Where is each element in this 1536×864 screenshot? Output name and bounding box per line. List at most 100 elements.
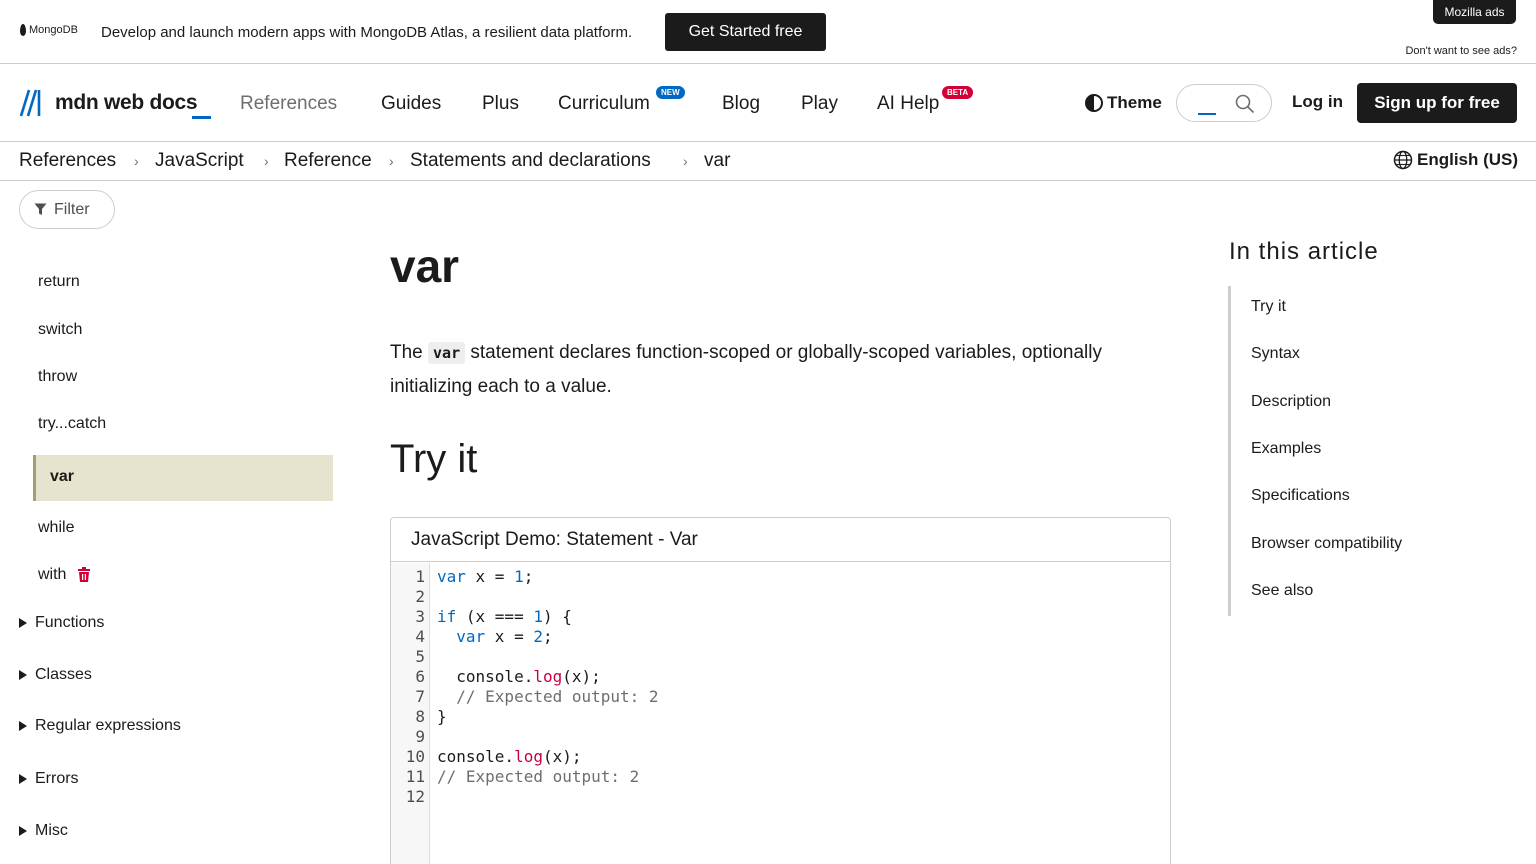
nav-references[interactable]: References xyxy=(240,93,337,115)
line-number: 4 xyxy=(415,627,425,646)
sidebar-filter[interactable]: Filter xyxy=(19,190,115,229)
toc-item-try-it[interactable]: Try it xyxy=(1251,298,1286,316)
line-number: 1 xyxy=(415,567,425,586)
intro-paragraph: The var statement declares function-scop… xyxy=(390,336,1180,403)
nav-blog[interactable]: Blog xyxy=(722,93,760,115)
toc-item-see-also[interactable]: See also xyxy=(1251,582,1313,600)
toc-item-syntax[interactable]: Syntax xyxy=(1251,345,1300,363)
globe-icon xyxy=(1393,150,1413,170)
code-line: // Expected output: 2 xyxy=(437,767,640,786)
search-caret xyxy=(1198,113,1216,115)
breadcrumb: References › JavaScript › Reference › St… xyxy=(0,143,1536,181)
breadcrumb-javascript[interactable]: JavaScript xyxy=(155,150,244,172)
nav-curriculum[interactable]: Curriculum xyxy=(558,93,650,115)
breadcrumb-statements[interactable]: Statements and declarations xyxy=(410,150,651,172)
intro-pre: The xyxy=(390,342,423,363)
signup-button[interactable]: Sign up for free xyxy=(1357,83,1517,123)
no-ads-link[interactable]: Don't want to see ads? xyxy=(1405,45,1517,57)
sidebar-group-errors[interactable]: Errors xyxy=(19,770,79,788)
chevron-right-icon: › xyxy=(264,153,269,169)
toc-title: In this article xyxy=(1229,238,1379,265)
inline-code: var xyxy=(428,342,466,364)
language-label: English (US) xyxy=(1417,150,1519,169)
triangle-right-icon xyxy=(19,618,27,628)
toc-item-examples[interactable]: Examples xyxy=(1251,440,1321,458)
sidebar-item-with[interactable]: with xyxy=(38,566,91,584)
sidebar-group-classes[interactable]: Classes xyxy=(19,666,92,684)
new-badge: NEW xyxy=(656,86,685,99)
language-switcher[interactable]: English (US) xyxy=(1393,150,1518,170)
breadcrumb-var[interactable]: var xyxy=(704,150,730,172)
page-title: var xyxy=(390,240,460,292)
toc-item-description[interactable]: Description xyxy=(1251,393,1331,411)
intro-post: statement declares function-scoped or gl… xyxy=(390,342,1102,397)
line-number: 11 xyxy=(405,767,425,786)
mozilla-ads-badge[interactable]: Mozilla ads xyxy=(1433,0,1516,24)
mdn-logo-icon xyxy=(19,89,41,117)
line-number: 2 xyxy=(415,587,425,606)
code-line: if (x === 1) { xyxy=(437,607,572,626)
mdn-logo[interactable]: mdn web docs xyxy=(19,89,198,117)
sidebar-group-misc[interactable]: Misc xyxy=(19,822,68,840)
sidebar-item-return[interactable]: return xyxy=(38,273,80,291)
search-input[interactable] xyxy=(1176,84,1272,122)
sidebar-group-functions[interactable]: Functions xyxy=(19,614,104,632)
sidebar-item-var-active[interactable] xyxy=(33,455,333,501)
triangle-right-icon xyxy=(19,774,27,784)
mongodb-logo[interactable]: MongoDB xyxy=(20,24,78,36)
ad-brand: MongoDB xyxy=(29,24,78,36)
code-line: console.log(x); xyxy=(437,747,582,766)
line-number: 3 xyxy=(415,607,425,626)
sidebar-group-label: Classes xyxy=(35,666,92,683)
filter-icon xyxy=(34,203,47,215)
toc-item-specifications[interactable]: Specifications xyxy=(1251,487,1350,505)
line-number: 9 xyxy=(415,727,425,746)
sidebar-group-label: Regular expressions xyxy=(35,717,181,734)
nav-ai-help[interactable]: AI Help xyxy=(877,93,939,115)
toc-item-browser-compat[interactable]: Browser compatibility xyxy=(1251,535,1402,553)
theme-label: Theme xyxy=(1107,93,1162,112)
sidebar-item-try-catch[interactable]: try...catch xyxy=(38,415,106,433)
triangle-right-icon xyxy=(19,826,27,836)
triangle-right-icon xyxy=(19,670,27,680)
code-line: } xyxy=(437,707,447,726)
sidebar-group-label: Errors xyxy=(35,770,79,787)
chevron-right-icon: › xyxy=(683,153,688,169)
line-number: 6 xyxy=(415,667,425,686)
get-started-button[interactable]: Get Started free xyxy=(665,13,826,51)
interactive-demo[interactable]: JavaScript Demo: Statement - Var 1 2 3 4… xyxy=(390,517,1171,864)
sidebar-item-with-label: with xyxy=(38,566,67,583)
nav-guides[interactable]: Guides xyxy=(381,93,441,115)
site-header: mdn web docs References Guides Plus Curr… xyxy=(0,65,1536,142)
nav-play[interactable]: Play xyxy=(801,93,838,115)
logo-text: mdn web docs xyxy=(55,91,198,114)
sidebar-group-label: Misc xyxy=(35,822,68,839)
breadcrumb-references[interactable]: References xyxy=(19,150,116,172)
line-number: 5 xyxy=(415,647,425,666)
ad-text[interactable]: Develop and launch modern apps with Mong… xyxy=(101,24,632,41)
line-number: 8 xyxy=(415,707,425,726)
sidebar-group-label: Functions xyxy=(35,614,105,631)
sidebar-item-switch[interactable]: switch xyxy=(38,321,82,339)
nav-plus[interactable]: Plus xyxy=(482,93,519,115)
login-button[interactable]: Log in xyxy=(1292,92,1343,112)
line-number-gutter: 1 2 3 4 5 6 7 8 9 10 11 12 xyxy=(391,563,430,864)
triangle-right-icon xyxy=(19,721,27,731)
code-line: var x = 2; xyxy=(456,627,553,646)
line-number: 10 xyxy=(405,747,425,766)
code-line: var x = 1; xyxy=(437,567,534,586)
theme-button[interactable]: Theme xyxy=(1085,93,1162,113)
search-icon[interactable] xyxy=(1235,94,1255,114)
breadcrumb-reference[interactable]: Reference xyxy=(284,150,372,172)
leaf-icon xyxy=(20,24,26,36)
deprecated-trash-icon xyxy=(77,567,90,583)
chevron-right-icon: › xyxy=(389,153,394,169)
sidebar-item-while[interactable]: while xyxy=(38,519,74,537)
beta-badge: BETA xyxy=(942,86,974,99)
filter-label: Filter xyxy=(54,200,90,218)
logo-cursor xyxy=(192,116,211,119)
sidebar-group-regex[interactable]: Regular expressions xyxy=(19,717,181,735)
line-number: 7 xyxy=(415,687,425,706)
sidebar-item-var[interactable]: var xyxy=(50,468,74,486)
sidebar-item-throw[interactable]: throw xyxy=(38,368,77,386)
